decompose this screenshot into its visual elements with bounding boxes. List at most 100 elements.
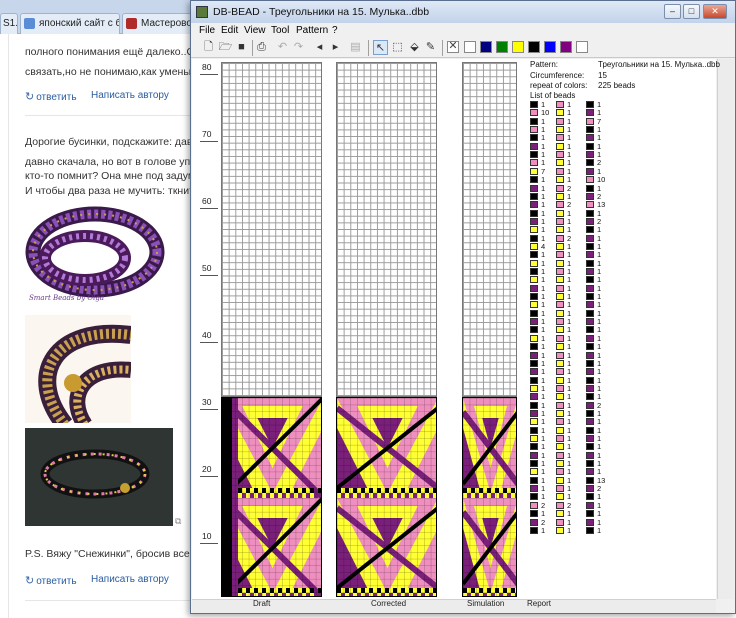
print-icon[interactable]: ⎙ xyxy=(254,40,269,55)
bead-rope-photo[interactable] xyxy=(25,428,173,526)
write-author-link[interactable]: Написать автору xyxy=(91,90,169,101)
reply-link[interactable]: ↻ ответить xyxy=(25,90,77,103)
color-swatch[interactable] xyxy=(464,41,476,53)
arrow-right-icon[interactable]: ▸ xyxy=(328,40,343,55)
close-button[interactable]: ✕ xyxy=(703,4,727,19)
menu-help[interactable]: ? xyxy=(332,25,338,36)
bead-color-chip xyxy=(556,142,564,150)
title-bar[interactable]: DB-BEAD - Треугольники на 15. Мулька..db… xyxy=(191,1,735,23)
color-swatch[interactable] xyxy=(560,41,572,53)
color-swatch[interactable] xyxy=(512,41,524,53)
bead-color-chip xyxy=(530,126,538,134)
draft-label: Draft xyxy=(253,599,271,608)
reply-icon: ↻ xyxy=(25,575,35,587)
bead-color-chip xyxy=(586,117,594,125)
corrected-label: Corrected xyxy=(371,599,407,608)
color-swatch[interactable] xyxy=(576,41,588,53)
menu-view[interactable]: View xyxy=(244,25,266,36)
bead-rope-photo[interactable]: Smart Beads by Olga xyxy=(25,200,165,310)
undo-icon[interactable]: ↶ xyxy=(275,40,290,55)
bead-color-chip xyxy=(586,518,594,526)
menu-file[interactable]: File xyxy=(199,25,215,36)
bead-color-chip xyxy=(530,376,538,384)
horizontal-scrollbar[interactable] xyxy=(192,599,716,613)
redo-icon[interactable]: ↷ xyxy=(291,40,306,55)
minimize-button[interactable]: – xyxy=(664,4,681,19)
bead-color-chip xyxy=(556,526,564,534)
draft-pattern[interactable] xyxy=(221,397,322,597)
bead-color-chip xyxy=(530,101,538,108)
bead-count: 1 xyxy=(597,525,602,535)
bead-color-chip xyxy=(530,259,538,267)
draft-grid[interactable] xyxy=(221,62,322,397)
no-color-swatch[interactable]: ✕ xyxy=(447,41,459,53)
new-icon[interactable]: 🗋 xyxy=(201,40,216,55)
browser-tab-label: S1... xyxy=(3,18,18,29)
bead-color-chip xyxy=(556,493,564,501)
menu-bar: File Edit View Tool Pattern ? xyxy=(191,23,735,38)
bead-color-chip xyxy=(586,167,594,175)
simulation-grid[interactable] xyxy=(462,62,517,397)
bead-color-chip xyxy=(586,184,594,192)
menu-edit[interactable]: Edit xyxy=(221,25,238,36)
write-author-link[interactable]: Написать автору xyxy=(91,574,169,585)
toolbar-separator xyxy=(442,40,443,56)
select-icon[interactable]: ⬚ xyxy=(390,40,405,55)
color-swatch[interactable] xyxy=(480,41,492,53)
bead-color-chip xyxy=(586,251,594,259)
browser-tab-0[interactable]: S1... xyxy=(0,13,18,34)
bead-color-chip xyxy=(586,268,594,275)
bead-color-chip xyxy=(530,226,538,234)
row-number-label: 80 xyxy=(202,62,212,72)
pipette-icon[interactable]: ✎ xyxy=(423,40,438,55)
color-swatch[interactable] xyxy=(496,41,508,53)
bead-color-chip xyxy=(556,443,564,451)
bead-color-chip xyxy=(530,501,538,509)
bead-color-chip xyxy=(586,326,594,334)
bead-color-chip xyxy=(586,384,594,392)
menu-tool[interactable]: Tool xyxy=(271,25,289,36)
window-title: DB-BEAD - Треугольники на 15. Мулька..db… xyxy=(213,6,430,18)
menu-pattern[interactable]: Pattern xyxy=(296,25,328,36)
bead-color-chip xyxy=(530,284,538,292)
bead-color-chip xyxy=(530,142,538,150)
browser-tab-1[interactable]: японский сайт с би... × xyxy=(20,13,120,34)
maximize-button[interactable]: □ xyxy=(683,4,700,19)
bead-color-chip xyxy=(556,376,564,384)
arrow-left-icon[interactable]: ◂ xyxy=(312,40,327,55)
open-image-icon[interactable]: ⧉ xyxy=(175,516,181,527)
simulation-pattern[interactable] xyxy=(462,397,517,597)
corrected-grid[interactable] xyxy=(336,62,437,397)
bead-color-chip xyxy=(586,226,594,234)
color-swatch[interactable] xyxy=(544,41,556,53)
bead-color-chip xyxy=(530,242,538,250)
bead-color-chip xyxy=(530,176,538,184)
bead-color-chip xyxy=(556,393,564,401)
color-swatch[interactable] xyxy=(528,41,540,53)
preview-icon[interactable]: ▤ xyxy=(348,40,363,55)
browser-tab-2[interactable]: Мастеровой xyxy=(122,13,192,34)
open-icon[interactable]: 🗁 xyxy=(218,40,233,55)
toolbar: 🗋 🗁 ■ ⎙ ↶ ↷ ◂ ▸ ▤ ↖ ⬚ ⬙ ✎ ✕ xyxy=(191,38,735,58)
bead-color-chip xyxy=(530,393,538,401)
pointer-icon[interactable]: ↖ xyxy=(373,40,388,55)
bead-color-chip xyxy=(556,510,564,518)
comment-divider xyxy=(25,115,190,116)
bead-color-chip xyxy=(586,510,594,518)
pattern-shape xyxy=(463,398,516,596)
fill-icon[interactable]: ⬙ xyxy=(407,40,422,55)
corrected-pattern[interactable] xyxy=(336,397,437,597)
save-icon[interactable]: ■ xyxy=(234,40,249,55)
row-tick xyxy=(200,275,218,276)
pattern-value: Треугольники на 15. Мулька..dbb xyxy=(598,60,720,69)
bead-color-chip xyxy=(556,176,564,184)
row-tick xyxy=(200,141,218,142)
bead-rope-photo[interactable] xyxy=(25,315,131,423)
reply-link[interactable]: ↻ ответить xyxy=(25,574,77,587)
bead-color-chip xyxy=(586,192,594,200)
comment-text: кто-то помнит? Она мне под задум xyxy=(25,170,196,182)
bead-count: 1 xyxy=(567,525,572,535)
bead-color-chip xyxy=(556,351,564,359)
bead-color-chip xyxy=(556,368,564,376)
bead-color-chip xyxy=(530,151,538,159)
